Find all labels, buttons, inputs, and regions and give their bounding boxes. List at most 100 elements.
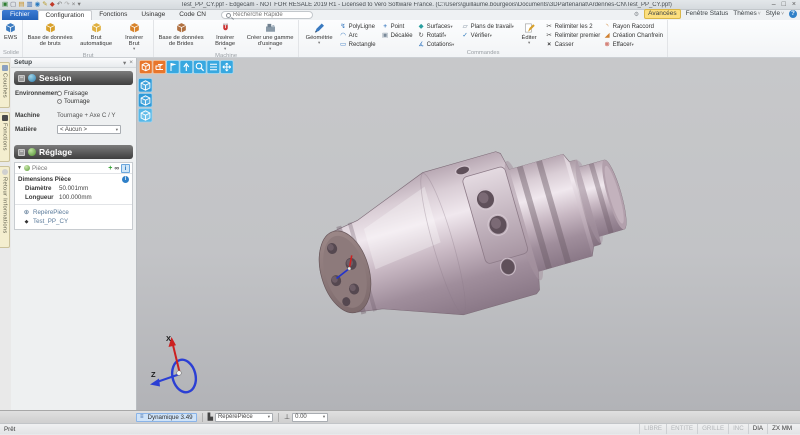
info-icon[interactable]: i [122, 176, 129, 183]
rotatif-button[interactable]: ↻ Rotatif [416, 32, 458, 40]
style-menu[interactable]: Style [766, 10, 784, 18]
point-button[interactable]: + Point [380, 23, 414, 31]
info-toggle-icon[interactable]: i [121, 164, 130, 173]
rayon-raccord-button[interactable]: ◝ Rayon Raccord [602, 23, 664, 31]
relimiter-les-2-button[interactable]: ✂ Relimiter les 2 [544, 23, 600, 31]
sidetab-couches[interactable]: Couches [0, 62, 10, 108]
tree-item-part[interactable]: ◆ Test_PP_CY [15, 217, 132, 226]
editer-button[interactable]: Éditer [516, 21, 542, 49]
status-flag-grille[interactable]: GRILLE [697, 424, 728, 434]
status-flag-zx-mm[interactable]: ZX MM [767, 424, 796, 434]
collapse-icon[interactable]: − [18, 149, 25, 156]
arc-label: Arc [349, 33, 358, 39]
db-brides-button[interactable]: Base de données de Brides [157, 21, 205, 52]
dynamic-mode-button[interactable]: ≡ Dynamique 3.49 [136, 413, 197, 422]
status-flag-dia[interactable]: DIA [748, 424, 767, 434]
matiere-select[interactable]: < Aucun > ▾ [57, 125, 121, 134]
radio-fraisage-circle[interactable] [57, 91, 62, 96]
machine-value: Tournage + Axe C / Y [57, 112, 116, 119]
inserer-brut-label: Insérer Brut [119, 35, 149, 47]
record-icon[interactable]: ◆ [50, 0, 55, 9]
tree-item-repere[interactable]: ⊕ RepèrePièce [15, 207, 132, 217]
tab-code-cn[interactable]: Code CN [172, 10, 213, 20]
session-section-header[interactable]: − Session [14, 71, 133, 85]
wizard-icon[interactable]: ✎ [42, 0, 47, 9]
themes-menu[interactable]: Thèmes [733, 10, 760, 18]
radio-tournage[interactable]: Tournage [57, 98, 90, 105]
decalee-button[interactable]: ▣ Décalée [380, 32, 414, 40]
gear-icon[interactable]: ⚙ [634, 11, 639, 18]
plans-travail-button[interactable]: ▱ Plans de travail [460, 23, 514, 31]
verifier-button[interactable]: ✓ Vérifier [460, 32, 514, 40]
collapse-icon[interactable]: − [18, 75, 25, 82]
relimiter-premier-button[interactable]: ✂ Relimiter premier [544, 32, 600, 40]
sidetab-retour-informations[interactable]: Retour Informations [0, 166, 10, 248]
minimize-button[interactable]: – [772, 1, 776, 8]
shading-mode-3-button[interactable] [139, 109, 153, 123]
ews-button[interactable]: EWS [3, 21, 18, 49]
casser-button[interactable]: × Casser [544, 41, 600, 49]
close-doc-icon[interactable]: × [72, 0, 76, 9]
maximize-button[interactable]: □ [782, 1, 786, 8]
search-input[interactable] [233, 12, 303, 18]
radio-fraisage[interactable]: Fraisage [57, 90, 90, 97]
list-button[interactable] [207, 61, 220, 74]
add-icon[interactable]: + [108, 165, 112, 172]
angle-select[interactable]: 0.00 ▾ [292, 413, 328, 422]
gamme-usinage-button[interactable]: Créer une gamme d'usinage [245, 21, 295, 52]
origin-dot [177, 371, 182, 376]
panel-pin-icon[interactable]: ▾ [123, 59, 126, 67]
geometrie-button[interactable]: Géométrie [302, 21, 336, 49]
undo-icon[interactable]: ↶ [57, 0, 62, 9]
creation-chanfrein-button[interactable]: ◢ Création Chanfrein [602, 32, 664, 40]
arc-button[interactable]: ◠ Arc [338, 32, 378, 40]
quick-search[interactable] [221, 11, 313, 19]
status-flag-inc[interactable]: INC [728, 424, 748, 434]
tab-fichier[interactable]: Fichier [2, 10, 38, 20]
sidetab-fonctions[interactable]: Fonctions [0, 112, 10, 162]
advanced-toggle[interactable]: Avancées [644, 9, 680, 19]
datum-up-button[interactable] [180, 61, 193, 74]
zoom-button[interactable] [194, 61, 207, 74]
status-flag-libre[interactable]: LIBRE [639, 424, 666, 434]
status-window-toggle[interactable]: Fenêtre Status [686, 10, 729, 18]
new-icon[interactable]: ▢ [10, 0, 16, 9]
radio-tournage-circle[interactable] [57, 99, 62, 104]
stock-display-button[interactable] [153, 61, 166, 74]
close-button[interactable]: × [792, 1, 796, 8]
cotations-button[interactable]: ∡ Cotations [416, 41, 458, 49]
pan-button[interactable] [221, 61, 234, 74]
inserer-brut-button[interactable]: Insérer Brut [118, 21, 150, 52]
viewport-3d[interactable]: X Z [137, 58, 800, 410]
brut-auto-button[interactable]: Brut automatique [76, 21, 116, 52]
surfaces-button[interactable]: ◆ Surfaces [416, 23, 458, 31]
panel-close-icon[interactable]: × [129, 59, 133, 67]
tab-fonctions[interactable]: Fonctions [92, 10, 134, 20]
reglage-section-header[interactable]: − Réglage [14, 145, 133, 159]
redo-icon[interactable]: ↷ [64, 0, 69, 9]
help-icon[interactable]: ? [789, 10, 797, 18]
shading-mode-1-button[interactable] [139, 79, 153, 93]
tab-configuration[interactable]: Configuration [38, 10, 93, 20]
shading-mode-2-button[interactable] [139, 94, 153, 108]
polyligne-button[interactable]: ↯ PolyLigne [338, 23, 378, 31]
datum-select[interactable]: RepèrePièce ▾ [215, 413, 273, 422]
reglage-title: Réglage [39, 147, 72, 157]
rectangle-button[interactable]: ▭ Rectangle [338, 41, 378, 49]
effacer-button[interactable]: ⊗ Effacer [602, 41, 664, 49]
save-icon[interactable]: ▥ [26, 0, 32, 9]
shaded-view-button[interactable] [140, 61, 153, 74]
open-icon[interactable]: ▤ [18, 0, 24, 9]
db-bruts-button[interactable]: Base de données de bruts [26, 21, 74, 52]
inserer-bridage-button[interactable]: Insérer Bridage [207, 21, 243, 52]
info-icon[interactable]: ◉ [35, 0, 41, 9]
binoculars-icon[interactable]: ∞ [114, 165, 119, 172]
piece-label: Pièce [32, 165, 47, 172]
status-flag-entite[interactable]: ENTITE [666, 424, 697, 434]
tab-usinage[interactable]: Usinage [134, 10, 172, 20]
part-3d-model[interactable] [300, 130, 640, 342]
piece-row[interactable]: ▼ Pièce + ∞ i [15, 163, 132, 174]
sidetab-fonctions-label: Fonctions [2, 123, 8, 151]
flag-button[interactable] [167, 61, 180, 74]
expander-icon[interactable]: ▼ [17, 165, 22, 171]
